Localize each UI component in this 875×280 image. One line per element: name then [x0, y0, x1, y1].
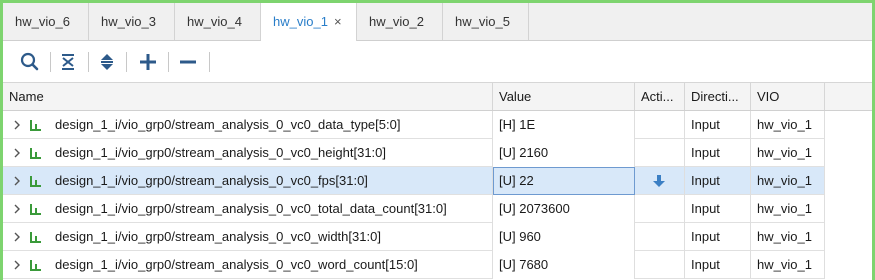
value-cell[interactable]: [U] 7680: [493, 251, 635, 279]
chevron-right-icon[interactable]: [12, 120, 22, 130]
column-header-name[interactable]: Name: [3, 83, 493, 110]
tab-hw-vio-4[interactable]: hw_vio_4: [175, 3, 261, 40]
signal-bus-icon: [30, 176, 41, 187]
column-header-value[interactable]: Value: [493, 83, 635, 110]
name-cell: design_1_i/vio_grp0/stream_analysis_0_vc…: [3, 111, 493, 139]
vio-cell: hw_vio_1: [751, 139, 825, 167]
value-cell[interactable]: [U] 960: [493, 223, 635, 251]
signal-bus-icon: [30, 260, 41, 271]
toolbar-separator: [209, 52, 210, 72]
tab-hw-vio-6[interactable]: hw_vio_6: [3, 3, 89, 40]
activity-down-arrow-icon: [653, 175, 665, 187]
signal-bus-icon: [30, 204, 41, 215]
table-empty-area: [825, 111, 872, 280]
direction-cell: Input: [685, 223, 751, 251]
signal-bus-icon: [30, 120, 41, 131]
table-row[interactable]: design_1_i/vio_grp0/stream_analysis_0_vc…: [3, 111, 825, 139]
tab-label: hw_vio_5: [455, 14, 510, 29]
column-header-vio[interactable]: VIO: [751, 83, 825, 110]
activity-cell: [635, 139, 685, 167]
table-row[interactable]: design_1_i/vio_grp0/stream_analysis_0_vc…: [3, 223, 825, 251]
close-icon[interactable]: ×: [334, 14, 342, 29]
probe-name: design_1_i/vio_grp0/stream_analysis_0_vc…: [55, 257, 418, 272]
tab-label: hw_vio_4: [187, 14, 242, 29]
tab-label: hw_vio_3: [101, 14, 156, 29]
probe-name: design_1_i/vio_grp0/stream_analysis_0_vc…: [55, 229, 381, 244]
direction-cell: Input: [685, 167, 751, 195]
remove-icon[interactable]: [173, 47, 203, 77]
tab-label: hw_vio_1: [273, 14, 328, 29]
column-header-direction[interactable]: Directi...: [685, 83, 751, 110]
chevron-right-icon[interactable]: [12, 260, 22, 270]
direction-cell: Input: [685, 111, 751, 139]
signal-bus-icon: [30, 232, 41, 243]
toolbar-separator: [88, 52, 89, 72]
table-row[interactable]: design_1_i/vio_grp0/stream_analysis_0_vc…: [3, 195, 825, 223]
tab-label: hw_vio_2: [369, 14, 424, 29]
toolbar-separator: [168, 52, 169, 72]
signal-bus-icon: [30, 148, 41, 159]
table-row-selected[interactable]: design_1_i/vio_grp0/stream_analysis_0_vc…: [3, 167, 825, 195]
probe-table: design_1_i/vio_grp0/stream_analysis_0_vc…: [3, 111, 872, 280]
activity-cell: [635, 111, 685, 139]
probe-name: design_1_i/vio_grp0/stream_analysis_0_vc…: [55, 145, 386, 160]
activity-cell: [635, 223, 685, 251]
tab-hw-vio-2[interactable]: hw_vio_2: [357, 3, 443, 40]
chevron-right-icon[interactable]: [12, 148, 22, 158]
column-header-activity[interactable]: Acti...: [635, 83, 685, 110]
name-cell: design_1_i/vio_grp0/stream_analysis_0_vc…: [3, 167, 493, 195]
activity-cell: [635, 167, 685, 195]
vio-cell: hw_vio_1: [751, 223, 825, 251]
tab-hw-vio-3[interactable]: hw_vio_3: [89, 3, 175, 40]
table-row[interactable]: design_1_i/vio_grp0/stream_analysis_0_vc…: [3, 139, 825, 167]
vio-cell: hw_vio_1: [751, 111, 825, 139]
activity-cell: [635, 251, 685, 279]
vio-cell: hw_vio_1: [751, 195, 825, 223]
chevron-right-icon[interactable]: [12, 232, 22, 242]
direction-cell: Input: [685, 195, 751, 223]
probe-name: design_1_i/vio_grp0/stream_analysis_0_vc…: [55, 201, 447, 216]
name-cell: design_1_i/vio_grp0/stream_analysis_0_vc…: [3, 251, 493, 279]
value-cell[interactable]: [U] 2160: [493, 139, 635, 167]
value-cell[interactable]: [H] 1E: [493, 111, 635, 139]
value-cell[interactable]: [U] 2073600: [493, 195, 635, 223]
activity-cell: [635, 195, 685, 223]
name-cell: design_1_i/vio_grp0/stream_analysis_0_vc…: [3, 223, 493, 251]
toolbar: [3, 41, 872, 83]
name-cell: design_1_i/vio_grp0/stream_analysis_0_vc…: [3, 195, 493, 223]
chevron-right-icon[interactable]: [12, 176, 22, 186]
chevron-right-icon[interactable]: [12, 204, 22, 214]
collapse-all-icon[interactable]: [53, 47, 83, 77]
tab-hw-vio-5[interactable]: hw_vio_5: [443, 3, 529, 40]
tab-bar: hw_vio_6 hw_vio_3 hw_vio_4 hw_vio_1 × hw_…: [3, 3, 872, 41]
table-header: Name Value Acti... Directi... VIO: [3, 83, 872, 111]
tab-label: hw_vio_6: [15, 14, 70, 29]
search-icon[interactable]: [15, 47, 45, 77]
direction-cell: Input: [685, 139, 751, 167]
probe-name: design_1_i/vio_grp0/stream_analysis_0_vc…: [55, 173, 368, 188]
direction-cell: Input: [685, 251, 751, 279]
probe-name: design_1_i/vio_grp0/stream_analysis_0_vc…: [55, 117, 401, 132]
vio-cell: hw_vio_1: [751, 167, 825, 195]
table-row[interactable]: design_1_i/vio_grp0/stream_analysis_0_vc…: [3, 251, 825, 279]
value-cell[interactable]: [U] 22: [493, 167, 635, 195]
add-icon[interactable]: [133, 47, 163, 77]
tab-hw-vio-1[interactable]: hw_vio_1 ×: [261, 3, 357, 41]
expand-all-icon[interactable]: [92, 47, 122, 77]
name-cell: design_1_i/vio_grp0/stream_analysis_0_vc…: [3, 139, 493, 167]
toolbar-separator: [50, 52, 51, 72]
vio-cell: hw_vio_1: [751, 251, 825, 279]
toolbar-separator: [126, 52, 127, 72]
